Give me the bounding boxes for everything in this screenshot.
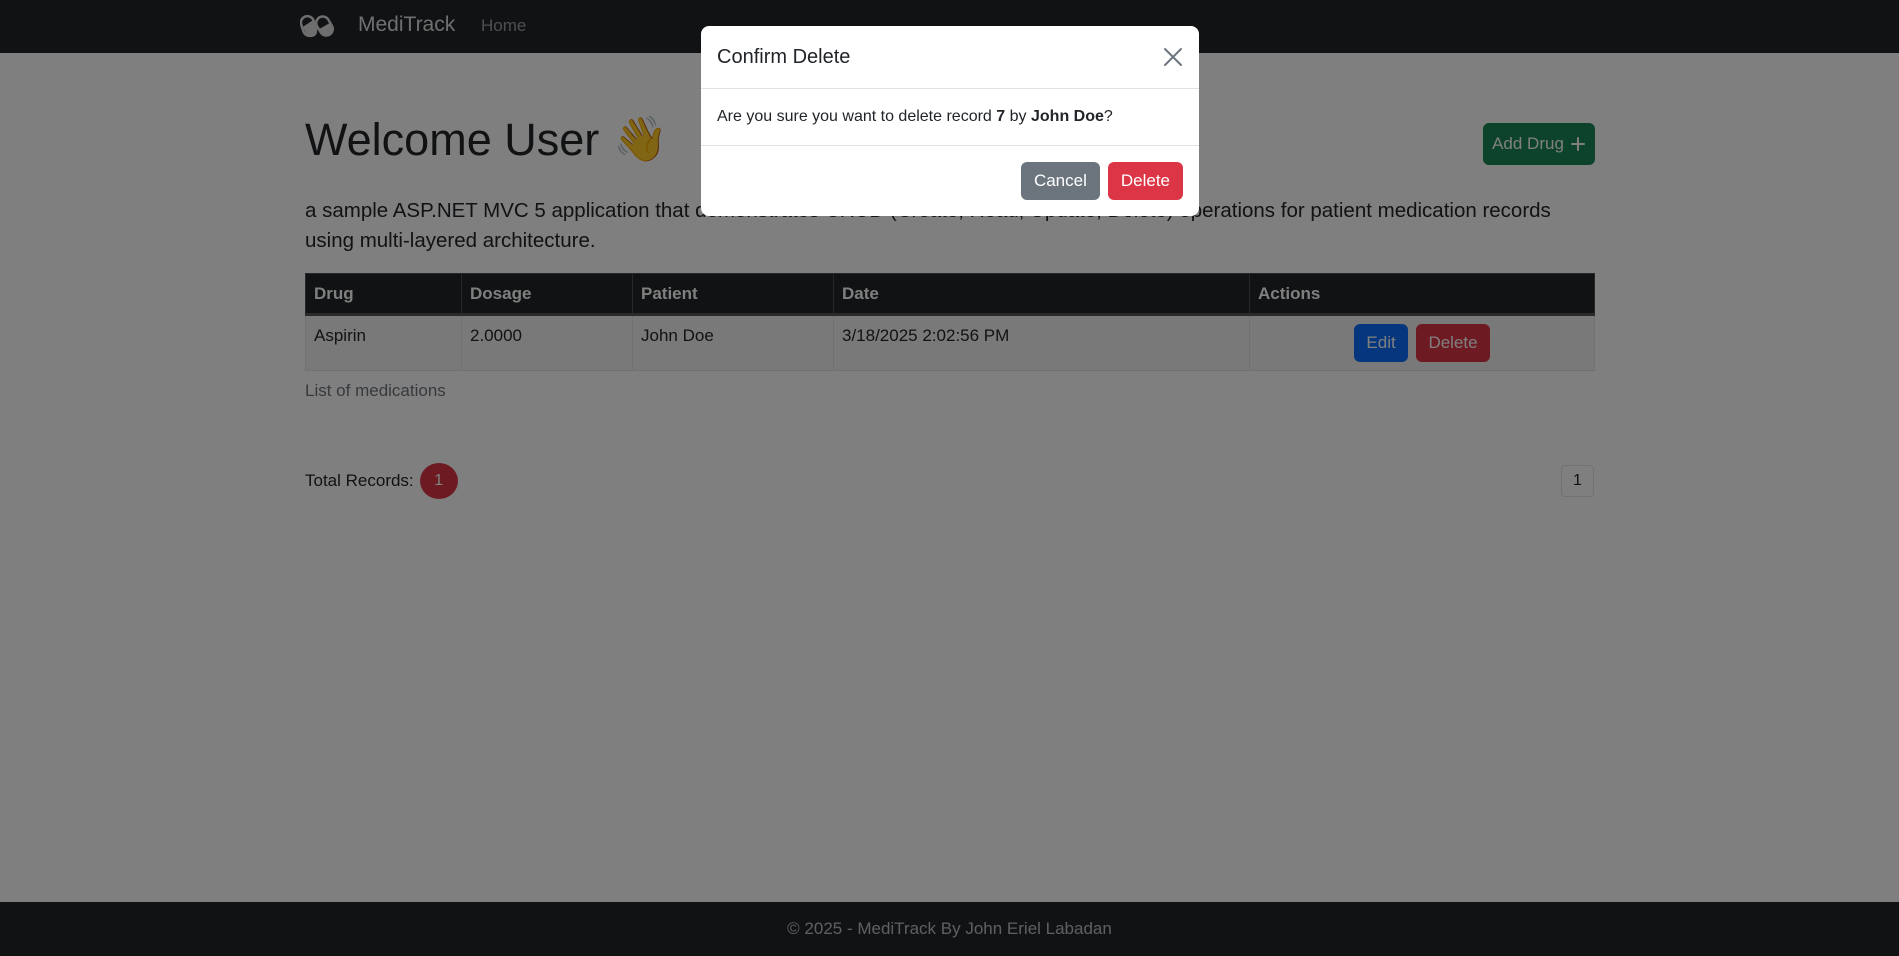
modal-title: Confirm Delete [717, 45, 851, 68]
record-id: 7 [996, 108, 1006, 125]
modal-body-by: by [1009, 108, 1027, 125]
close-icon[interactable] [1162, 46, 1184, 68]
modal-footer: Cancel Delete [701, 146, 1199, 216]
modal-body-prefix: Are you sure you want to delete record [717, 108, 992, 125]
record-owner: John Doe [1031, 108, 1104, 125]
modal-header: Confirm Delete [701, 26, 1199, 89]
modal-body-suffix: ? [1103, 108, 1113, 125]
confirm-delete-button[interactable]: Delete [1107, 162, 1183, 200]
modal-body: Are you sure you want to delete record 7… [701, 89, 1199, 146]
confirm-delete-modal: Confirm Delete Are you sure you want to … [701, 26, 1199, 216]
cancel-button[interactable]: Cancel [1020, 162, 1100, 200]
